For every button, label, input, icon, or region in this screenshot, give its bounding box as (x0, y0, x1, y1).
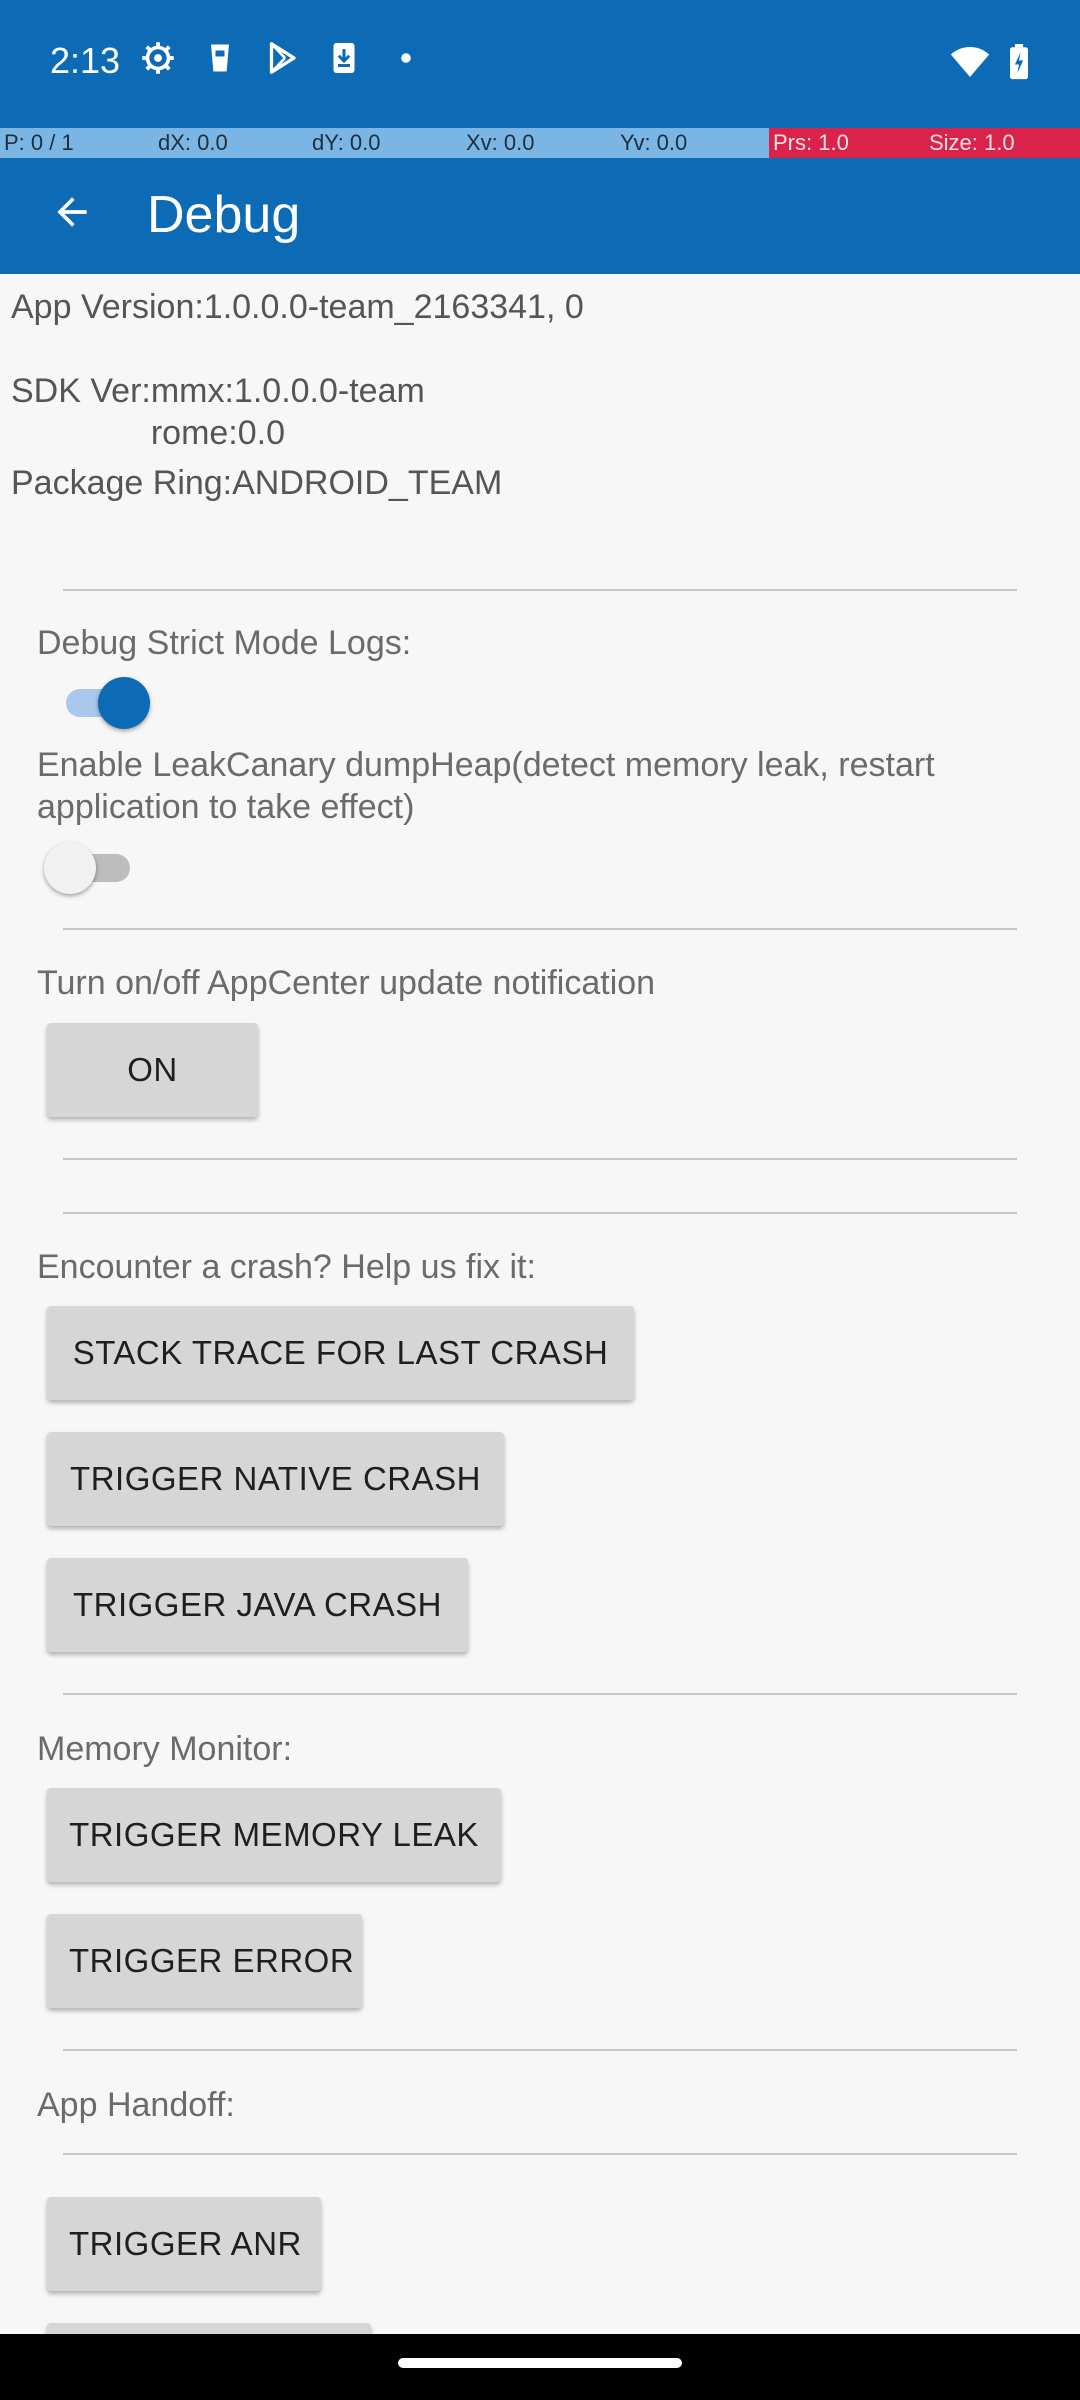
pointer-count: P: 0 / 1 (0, 128, 154, 158)
pointer-dy: dY: 0.0 (308, 128, 462, 158)
trigger-java-crash-button[interactable]: TRIGGER JAVA CRASH (47, 1558, 468, 1652)
pointer-pressure: Prs: 1.0 (769, 128, 925, 158)
divider (63, 1693, 1017, 1695)
sdk-version-label: SDK Ver: (11, 372, 151, 410)
pointer-yv: Yv: 0.0 (616, 128, 769, 158)
package-ring-text: Package Ring:ANDROID_TEAM (11, 464, 503, 502)
page-title: Debug (147, 186, 301, 244)
arrow-back-icon (50, 190, 94, 239)
toggle-thumb (98, 677, 150, 729)
system-icons (950, 44, 1030, 85)
toggle-thumb (44, 842, 96, 894)
navigation-bar (0, 2334, 1080, 2400)
strict-mode-label: Debug Strict Mode Logs: (37, 624, 412, 662)
cup-icon (202, 40, 238, 76)
notification-icons (140, 40, 424, 76)
pointer-dx: dX: 0.0 (154, 128, 308, 158)
status-bar: 2:13 (0, 0, 1080, 128)
settings-gear-icon (140, 40, 176, 76)
sdk-version-mmx: mmx:1.0.0.0-team (150, 372, 425, 410)
play-store-icon (264, 40, 300, 76)
leak-canary-label-line1: Enable LeakCanary dumpHeap(detect memory… (37, 746, 935, 784)
trigger-anr-button[interactable]: TRIGGER ANR (47, 2197, 321, 2291)
trigger-native-crash-button[interactable]: TRIGGER NATIVE CRASH (47, 1432, 504, 1526)
dot-icon (388, 40, 424, 76)
app-version-text: App Version:1.0.0.0-team_2163341, 0 (11, 288, 584, 326)
leak-canary-label: Enable LeakCanary dumpHeap(detect memory… (37, 744, 935, 828)
pointer-size: Size: 1.0 (925, 128, 1080, 158)
home-gesture-handle[interactable] (398, 2358, 682, 2368)
trigger-memory-leak-button[interactable]: TRIGGER MEMORY LEAK (47, 1788, 501, 1882)
sdk-version-block: SDK Ver: mmx:1.0.0.0-team rome:0.0 (11, 370, 425, 454)
trigger-error-button[interactable]: TRIGGER ERROR (47, 1914, 362, 2008)
partially-visible-button[interactable] (47, 2323, 371, 2334)
divider (63, 1158, 1017, 1160)
status-time: 2:13 (50, 40, 121, 81)
strict-mode-toggle[interactable] (48, 673, 158, 733)
wifi-icon (950, 44, 990, 85)
app-bar: Debug (0, 158, 1080, 274)
memory-monitor-label: Memory Monitor: (37, 1730, 293, 1768)
sdk-version-rome: rome:0.0 (150, 414, 286, 452)
stack-trace-button[interactable]: STACK TRACE FOR LAST CRASH (47, 1306, 634, 1400)
debug-content[interactable]: App Version:1.0.0.0-team_2163341, 0 SDK … (0, 274, 1080, 2334)
crash-label: Encounter a crash? Help us fix it: (37, 1248, 536, 1286)
battery-charging-icon (1008, 44, 1030, 85)
leak-canary-label-line2: application to take effect) (37, 788, 415, 826)
divider (63, 1212, 1017, 1214)
divider (63, 928, 1017, 930)
pointer-location-overlay: P: 0 / 1 dX: 0.0 dY: 0.0 Xv: 0.0 Yv: 0.0… (0, 128, 1080, 158)
divider (63, 2049, 1017, 2051)
app-handoff-label: App Handoff: (37, 2086, 235, 2124)
leak-canary-toggle[interactable] (38, 838, 148, 898)
appcenter-toggle-button[interactable]: ON (47, 1023, 258, 1117)
download-icon (326, 40, 362, 76)
back-button[interactable] (36, 178, 108, 250)
pointer-xv: Xv: 0.0 (462, 128, 616, 158)
divider (63, 589, 1017, 591)
appcenter-label: Turn on/off AppCenter update notificatio… (37, 964, 656, 1002)
divider (63, 2153, 1017, 2155)
